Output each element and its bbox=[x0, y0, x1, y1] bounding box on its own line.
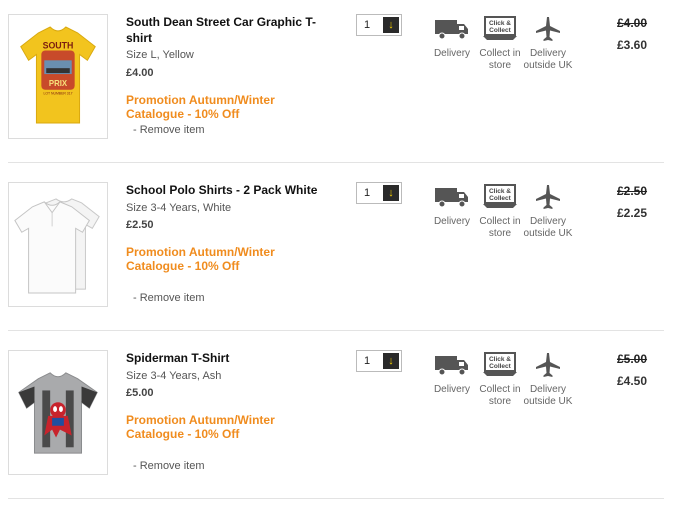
truck-icon bbox=[427, 350, 477, 380]
shirt-graphic-text-prix: PRIX bbox=[49, 79, 68, 88]
delivery-outside-uk-label: Delivery outside UK bbox=[523, 216, 573, 239]
item-divider bbox=[8, 162, 664, 163]
quantity-dropdown-arrow-icon[interactable]: ↓ bbox=[383, 17, 399, 33]
discounted-price: £4.50 bbox=[617, 374, 648, 388]
quantity-dropdown-arrow-icon[interactable]: ↓ bbox=[383, 185, 399, 201]
delivery-option: Delivery bbox=[427, 14, 477, 60]
original-price: £5.00 bbox=[617, 352, 648, 366]
basket-item: Spiderman T-Shirt Size 3-4 Years, Ash £5… bbox=[0, 350, 679, 518]
delivery-outside-uk-option: Delivery outside UK bbox=[523, 350, 573, 408]
product-variant: Size L, Yellow bbox=[126, 49, 194, 61]
quantity-value: 1 bbox=[364, 19, 371, 31]
truck-icon bbox=[427, 182, 477, 212]
delivery-option: Delivery bbox=[427, 182, 477, 228]
collect-in-store-label: Collect in store bbox=[479, 216, 521, 239]
original-price: £2.50 bbox=[617, 184, 648, 198]
promotion-label[interactable]: Promotion Autumn/Winter Catalogue - 10% … bbox=[126, 93, 296, 121]
yellow-tshirt-image: SOUTH PRIX LOT NUMBER 317 bbox=[20, 26, 96, 124]
quantity-value: 1 bbox=[364, 355, 371, 367]
collect-in-store-option: Click & Collect Collect in store bbox=[475, 350, 525, 408]
svg-text:Collect: Collect bbox=[489, 195, 512, 202]
basket-item: SOUTH PRIX LOT NUMBER 317 South Dean Str… bbox=[0, 14, 679, 182]
quantity-value: 1 bbox=[364, 187, 371, 199]
product-title[interactable]: South Dean Street Car Graphic T-shirt bbox=[126, 14, 326, 46]
remove-item-link[interactable]: - Remove item bbox=[133, 124, 205, 136]
product-variant: Size 3-4 Years, Ash bbox=[126, 370, 222, 382]
delivery-outside-uk-label: Delivery outside UK bbox=[523, 48, 573, 71]
svg-text:Collect: Collect bbox=[489, 363, 512, 370]
truck-icon bbox=[427, 14, 477, 44]
remove-item-link[interactable]: - Remove item bbox=[133, 292, 205, 304]
shirt-graphic-text-lot: LOT NUMBER 317 bbox=[43, 92, 72, 96]
product-title[interactable]: School Polo Shirts - 2 Pack White bbox=[126, 182, 326, 198]
product-variant: Size 3-4 Years, White bbox=[126, 202, 232, 214]
product-title[interactable]: Spiderman T-Shirt bbox=[126, 350, 326, 366]
quantity-dropdown-arrow-icon[interactable]: ↓ bbox=[383, 353, 399, 369]
discounted-price: £3.60 bbox=[617, 38, 648, 52]
product-image[interactable]: SOUTH PRIX LOT NUMBER 317 bbox=[8, 14, 108, 139]
spiderman-tshirt-image bbox=[18, 372, 98, 454]
click-and-collect-icon: Click & Collect bbox=[475, 182, 525, 212]
airplane-icon bbox=[523, 14, 573, 44]
unit-price: £4.00 bbox=[126, 67, 154, 79]
airplane-icon bbox=[523, 350, 573, 380]
unit-price: £5.00 bbox=[126, 387, 154, 399]
quantity-selector[interactable]: 1 ↓ bbox=[356, 182, 402, 204]
click-and-collect-icon: Click & Collect bbox=[475, 350, 525, 380]
collect-in-store-option: Click & Collect Collect in store bbox=[475, 182, 525, 240]
product-image[interactable] bbox=[8, 182, 108, 307]
original-price: £4.00 bbox=[617, 16, 648, 30]
white-polo-shirts-image bbox=[14, 198, 100, 294]
delivery-label: Delivery bbox=[433, 384, 471, 395]
delivery-outside-uk-option: Delivery outside UK bbox=[523, 14, 573, 72]
delivery-label: Delivery bbox=[433, 216, 471, 227]
remove-item-link[interactable]: - Remove item bbox=[133, 460, 205, 472]
svg-text:Click &: Click & bbox=[489, 188, 511, 195]
unit-price: £2.50 bbox=[126, 219, 154, 231]
item-divider bbox=[8, 498, 664, 499]
airplane-icon bbox=[523, 182, 573, 212]
delivery-option: Delivery bbox=[427, 350, 477, 396]
svg-text:Click &: Click & bbox=[489, 356, 511, 363]
collect-in-store-label: Collect in store bbox=[479, 384, 521, 407]
collect-in-store-option: Click & Collect Collect in store bbox=[475, 14, 525, 72]
basket-item: School Polo Shirts - 2 Pack White Size 3… bbox=[0, 182, 679, 350]
collect-in-store-label: Collect in store bbox=[479, 48, 521, 71]
delivery-label: Delivery bbox=[433, 48, 471, 59]
promotion-label[interactable]: Promotion Autumn/Winter Catalogue - 10% … bbox=[126, 245, 296, 273]
click-and-collect-icon: Click & Collect bbox=[475, 14, 525, 44]
svg-text:Click &: Click & bbox=[489, 20, 511, 27]
shirt-graphic-text-south: SOUTH bbox=[43, 41, 74, 51]
delivery-outside-uk-label: Delivery outside UK bbox=[523, 384, 573, 407]
product-image[interactable] bbox=[8, 350, 108, 475]
delivery-outside-uk-option: Delivery outside UK bbox=[523, 182, 573, 240]
promotion-label[interactable]: Promotion Autumn/Winter Catalogue - 10% … bbox=[126, 413, 296, 441]
item-divider bbox=[8, 330, 664, 331]
quantity-selector[interactable]: 1 ↓ bbox=[356, 14, 402, 36]
quantity-selector[interactable]: 1 ↓ bbox=[356, 350, 402, 372]
discounted-price: £2.25 bbox=[617, 206, 648, 220]
svg-text:Collect: Collect bbox=[489, 27, 512, 34]
